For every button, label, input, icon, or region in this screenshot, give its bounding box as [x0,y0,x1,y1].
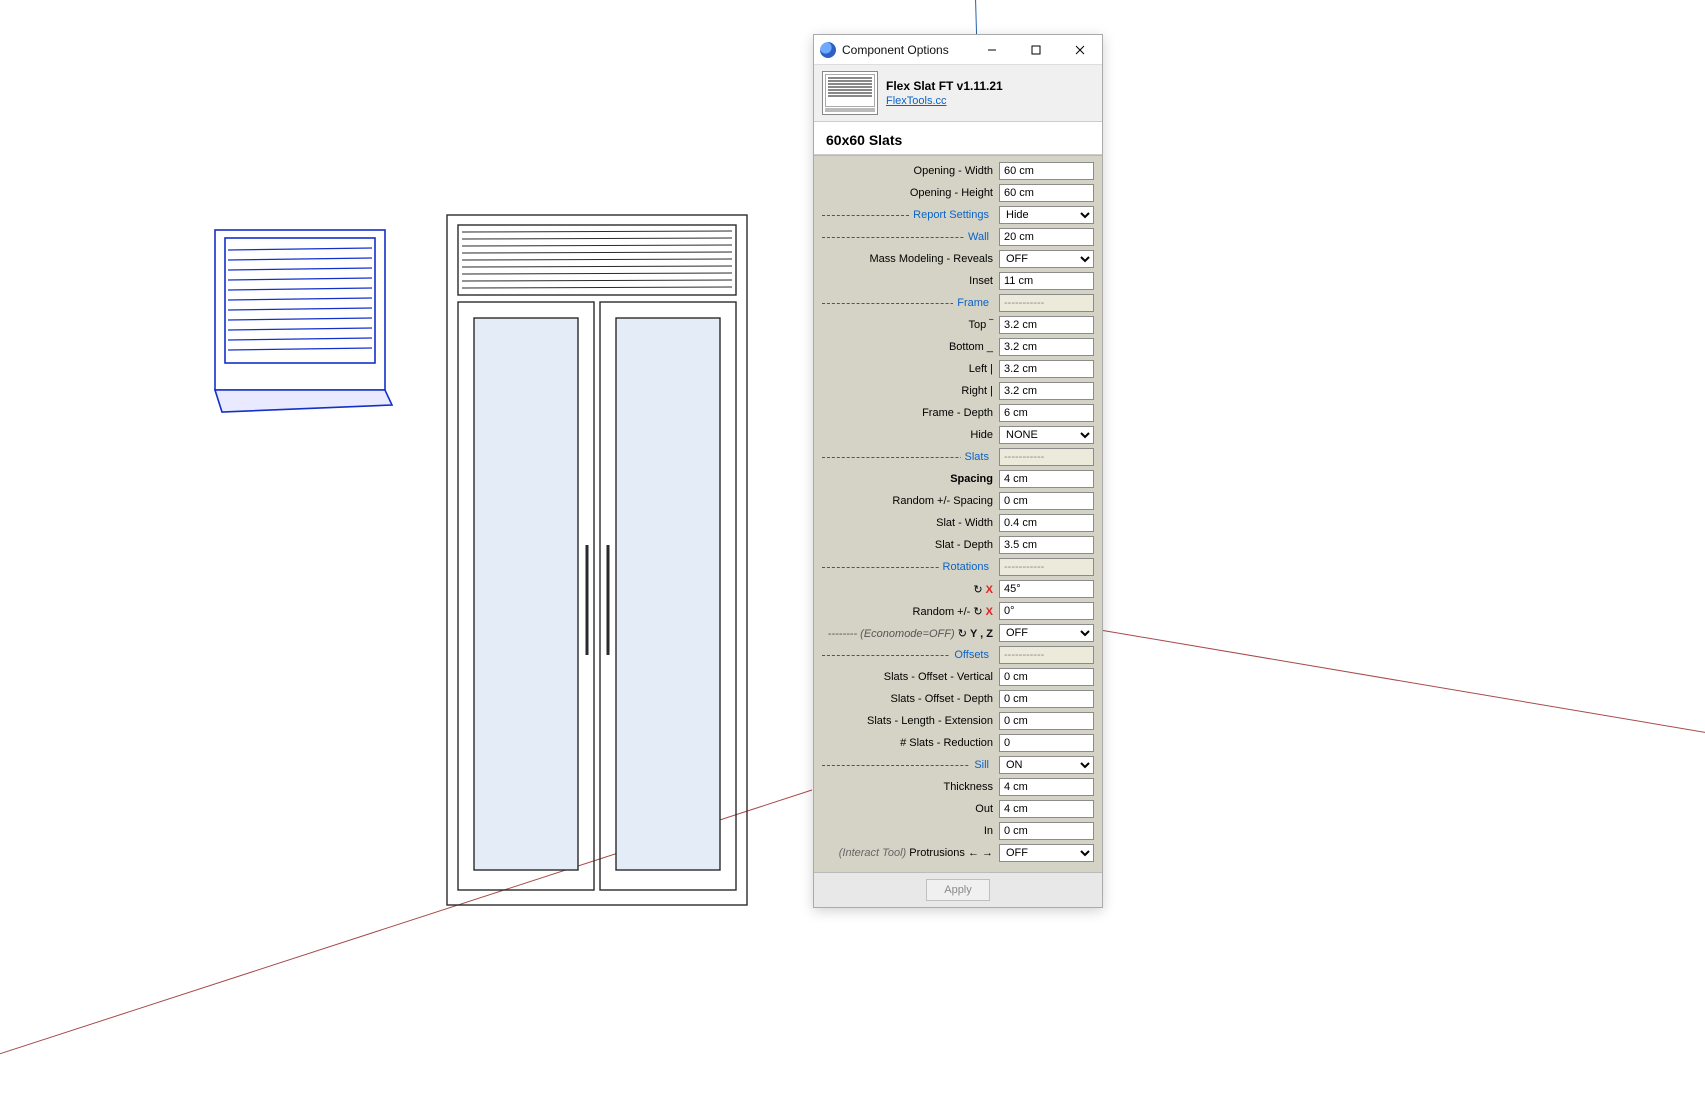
label-hide: Hide [822,429,993,441]
input-off-vert[interactable] [999,668,1094,686]
product-name: Flex Slat FT v1.11.21 [886,79,1003,93]
label-econo-yz: -------- (Economode=OFF) ↻ Y , Z [822,627,993,640]
label-mass-reveals: Mass Modeling - Reveals [822,253,993,265]
select-hide[interactable]: NONEFRAMESLATSALL [999,426,1094,444]
label-rand-rot: Random +/- ↻ X [822,605,993,618]
product-link[interactable]: FlexTools.cc [886,95,1003,107]
input-out[interactable] [999,800,1094,818]
input-opening-height[interactable] [999,184,1094,202]
input-spacing[interactable] [999,470,1094,488]
input-frame-depth[interactable] [999,404,1094,422]
select-report-settings[interactable]: HideShow [999,206,1094,224]
label-frame-depth: Frame - Depth [822,407,993,419]
component-header: Flex Slat FT v1.11.21 FlexTools.cc [814,65,1102,122]
label-report-settings: Report Settings [822,209,993,221]
component-thumbnail [822,71,878,115]
input-off-depth[interactable] [999,690,1094,708]
input-slats-dash [999,448,1094,466]
input-rot-x[interactable] [999,580,1094,598]
section-title: 60x60 Slats [814,122,1102,155]
input-rand-rot[interactable] [999,602,1094,620]
label-frame: Frame [822,297,993,309]
input-rot-dash [999,558,1094,576]
label-in: In [822,825,993,837]
input-slat-width[interactable] [999,514,1094,532]
label-rot-x: ↻ X [822,583,993,596]
label-protrusions: (Interact Tool) Protrusions ← → [822,847,993,859]
label-left: Left | [822,363,993,375]
input-in[interactable] [999,822,1094,840]
minimize-button[interactable] [970,35,1014,65]
input-inset[interactable] [999,272,1094,290]
viewport-door [447,215,747,905]
apply-button[interactable]: Apply [926,879,990,901]
dialog-footer: Apply [814,872,1102,907]
input-right[interactable] [999,382,1094,400]
label-spacing: Spacing [822,473,993,485]
label-reduction: # Slats - Reduction [822,737,993,749]
select-protrusions[interactable]: OFFON [999,844,1094,862]
select-mass-reveals[interactable]: OFFON [999,250,1094,268]
maximize-button[interactable] [1014,35,1058,65]
input-reduction[interactable] [999,734,1094,752]
input-left[interactable] [999,360,1094,378]
input-slat-depth[interactable] [999,536,1094,554]
input-thickness[interactable] [999,778,1094,796]
label-len-ext: Slats - Length - Extension [822,715,993,727]
label-top: Top ‾ [822,319,993,331]
label-slat-width: Slat - Width [822,517,993,529]
label-off-depth: Slats - Offset - Depth [822,693,993,705]
label-slats: Slats [822,451,993,463]
label-bottom: Bottom _ [822,341,993,353]
label-opening-height: Opening - Height [822,187,993,199]
label-thickness: Thickness [822,781,993,793]
input-bottom[interactable] [999,338,1094,356]
input-opening-width[interactable] [999,162,1094,180]
input-top[interactable] [999,316,1094,334]
label-slat-depth: Slat - Depth [822,539,993,551]
options-body: Opening - Width Opening - Height Report … [814,155,1102,872]
select-econo-yz[interactable]: OFFON [999,624,1094,642]
label-offsets: Offsets [822,649,993,661]
input-wall[interactable] [999,228,1094,246]
label-rotations: Rotations [822,561,993,573]
label-right: Right | [822,385,993,397]
input-off-dash [999,646,1094,664]
input-len-ext[interactable] [999,712,1094,730]
label-opening-width: Opening - Width [822,165,993,177]
app-icon [820,42,836,58]
component-options-window: Component Options Flex Slat FT v1.11.21 … [813,34,1103,908]
label-sill: Sill [822,759,993,771]
viewport-window-selected [215,230,392,412]
label-rand-spacing: Random +/- Spacing [822,495,993,507]
label-inset: Inset [822,275,993,287]
label-out: Out [822,803,993,815]
titlebar[interactable]: Component Options [814,35,1102,65]
input-rand-spacing[interactable] [999,492,1094,510]
close-button[interactable] [1058,35,1102,65]
label-off-vert: Slats - Offset - Vertical [822,671,993,683]
window-title: Component Options [842,43,970,57]
input-frame-dash [999,294,1094,312]
select-sill[interactable]: ONOFF [999,756,1094,774]
label-wall: Wall [822,231,993,243]
